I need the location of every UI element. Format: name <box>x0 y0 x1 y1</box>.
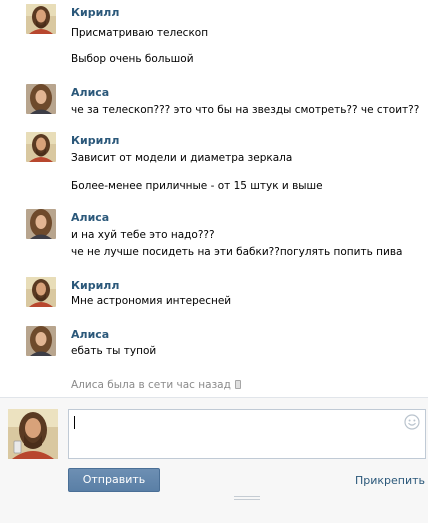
message-composer: Отправить Прикрепить <box>0 397 428 523</box>
message-text: Выбор очень большой <box>71 53 194 65</box>
my-avatar[interactable] <box>8 409 58 459</box>
message-text: Присматриваю телескоп <box>71 27 209 39</box>
message-author[interactable]: Алиса <box>71 211 109 224</box>
message-author[interactable]: Алиса <box>71 328 109 341</box>
smile-icon[interactable] <box>404 414 420 430</box>
attach-link[interactable]: Прикрепить <box>355 474 425 487</box>
text-caret <box>74 416 75 429</box>
alisa-avatar[interactable] <box>26 326 56 356</box>
message-text: че за телескоп??? это что бы на звезды с… <box>71 104 420 116</box>
kirill-avatar[interactable] <box>26 277 56 307</box>
resize-handle[interactable] <box>234 496 260 502</box>
message-text: Более-менее приличные - от 15 штук и выш… <box>71 180 323 192</box>
online-status: Алиса была в сети час назад <box>71 379 241 391</box>
kirill-avatar[interactable] <box>26 132 56 162</box>
online-status-text: Алиса была в сети час назад <box>71 379 231 391</box>
send-button[interactable]: Отправить <box>68 468 160 492</box>
alisa-avatar[interactable] <box>26 209 56 239</box>
message-author[interactable]: Алиса <box>71 86 109 99</box>
message-author[interactable]: Кирилл <box>71 279 119 292</box>
alisa-avatar[interactable] <box>26 84 56 114</box>
mobile-phone-icon <box>234 380 241 389</box>
message-text: че не лучше посидеть на эти бабки??погул… <box>71 246 403 258</box>
message-author[interactable]: Кирилл <box>71 134 119 147</box>
dialog-page: Кирилл Присматриваю телескоп Выбор очень… <box>0 0 428 523</box>
message-text: Мне астрономия интересней <box>71 295 232 307</box>
message-text: Зависит от модели и диаметра зеркала <box>71 152 293 164</box>
kirill-avatar[interactable] <box>26 4 56 34</box>
message-text: и на хуй тебе это надо??? <box>71 229 215 241</box>
message-author[interactable]: Кирилл <box>71 6 119 19</box>
message-text: ебать ты тупой <box>71 345 157 357</box>
message-input[interactable] <box>68 409 426 459</box>
